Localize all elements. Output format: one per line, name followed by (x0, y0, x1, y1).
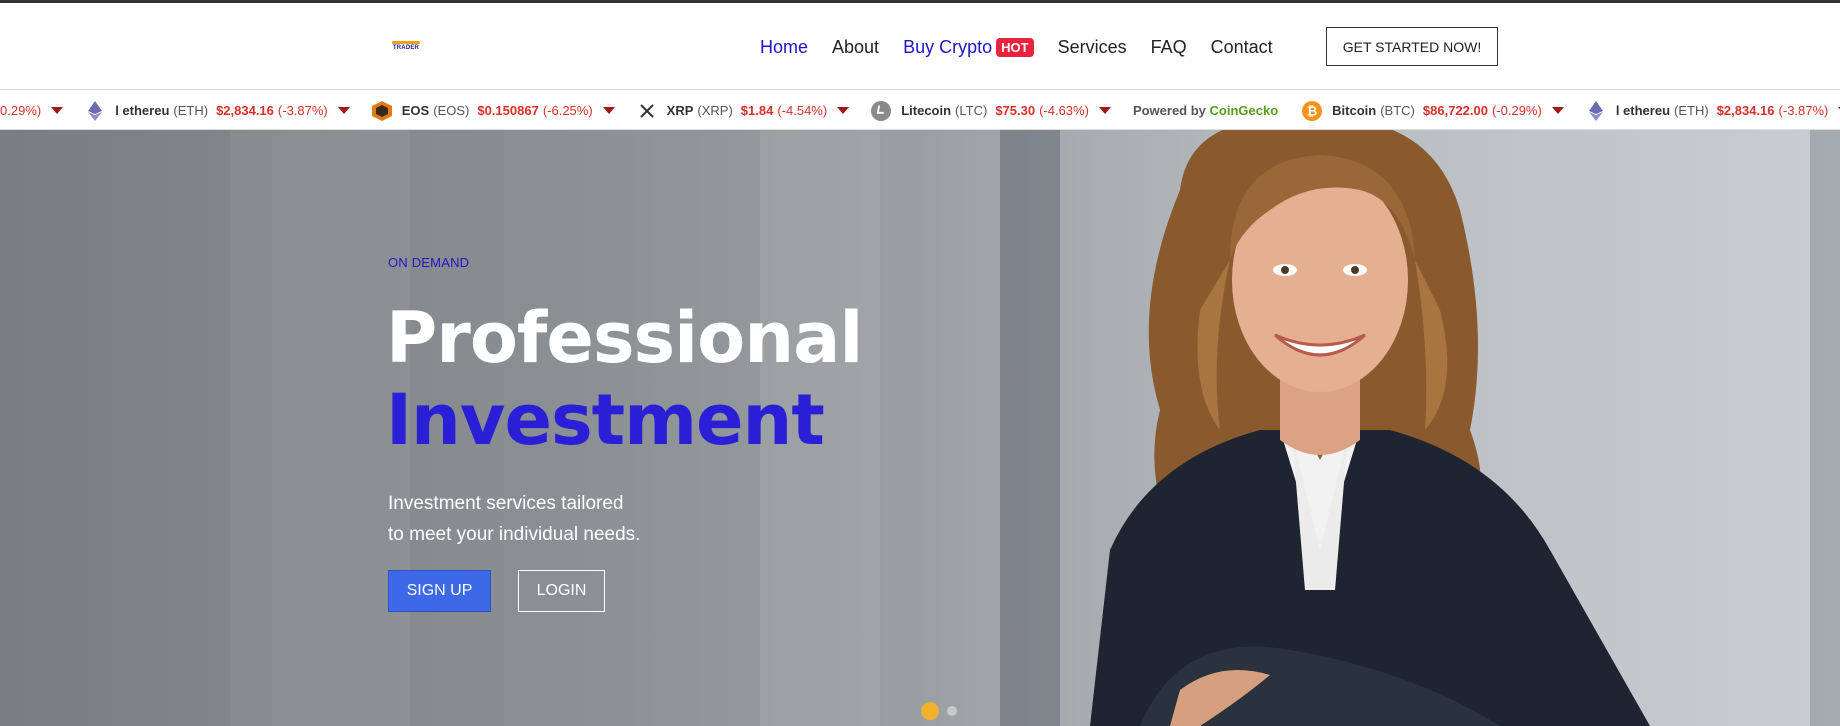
hero-title-line2: Investment (386, 379, 825, 461)
down-arrow-icon (1098, 107, 1111, 114)
ticker-partial: 0.29%) (0, 103, 64, 118)
coin-name: EOS (401, 103, 430, 118)
main-nav: Home About Buy Crypto HOT Services FAQ C… (760, 35, 1297, 59)
coingecko-link[interactable]: CoinGecko (1210, 103, 1279, 118)
coin-symbol: (XRP) (697, 103, 733, 118)
coin-price: $86,722.00 (1422, 103, 1488, 118)
nav-buy-crypto[interactable]: Buy Crypto HOT (903, 37, 1034, 58)
coin-change: (-0.29%) (1491, 103, 1542, 118)
carousel-dot-1[interactable] (921, 702, 939, 720)
coin-symbol: (ETH) (173, 103, 209, 118)
hero-woman-image (1090, 130, 1650, 726)
down-arrow-icon (1551, 107, 1564, 114)
powered-prefix: Powered by (1132, 103, 1206, 118)
coin-change: (-3.87%) (1778, 103, 1829, 118)
ticker-item-eth[interactable]: l ethereu (ETH) $2,834.16 (-3.87%) (85, 100, 350, 121)
coin-symbol: (ETH) (1674, 103, 1709, 118)
get-started-button[interactable]: GET STARTED NOW! (1326, 27, 1498, 66)
hero-section: ON DEMAND Professional Investment Invest… (0, 130, 1840, 726)
hero-subtitle-line1: Investment services tailored (388, 493, 624, 514)
ticker-item-ltc[interactable]: Litecoin (LTC) $75.30 (-4.63%) (871, 100, 1111, 121)
coin-symbol: (BTC) (1380, 103, 1415, 118)
litecoin-icon (871, 100, 892, 121)
coin-change: (-3.87%) (277, 103, 328, 118)
sign-up-button[interactable]: SIGN UP (388, 570, 491, 612)
background-pillar (1810, 130, 1840, 726)
coin-name: Bitcoin (1332, 103, 1377, 118)
nav-buy-crypto-label: Buy Crypto (903, 36, 993, 57)
hero-subtitle: Investment services tailored to meet you… (388, 488, 788, 550)
hero-subtitle-line2: to meet your individual needs. (388, 524, 641, 545)
logo-text: TRADER (392, 45, 420, 51)
coin-symbol: (EOS) (433, 103, 470, 118)
hero-title-line1: Professional (386, 297, 863, 379)
nav-services[interactable]: Services (1058, 37, 1127, 58)
down-arrow-icon (837, 107, 850, 114)
coin-change: 0.29%) (0, 103, 42, 118)
coin-name: Litecoin (901, 103, 952, 118)
site-header: TRADER Home About Buy Crypto HOT Service… (0, 3, 1840, 90)
carousel-dots (921, 702, 965, 720)
hot-badge: HOT (996, 37, 1034, 57)
ticker-item-eos[interactable]: EOS (EOS) $0.150867 (-6.25%) (371, 100, 615, 121)
background-blur (230, 130, 410, 726)
coin-name: l ethereu (1615, 103, 1671, 118)
nav-contact[interactable]: Contact (1211, 37, 1273, 58)
coin-change: (-6.25%) (542, 103, 593, 118)
coin-change: (-4.63%) (1039, 103, 1089, 118)
ticker-track: 0.29%) l ethereu (ETH) $2,834.16 (-3.87%… (0, 91, 1840, 129)
coin-name: XRP (666, 103, 694, 118)
hero-eyebrow: ON DEMAND (388, 255, 470, 270)
price-ticker: 0.29%) l ethereu (ETH) $2,834.16 (-3.87%… (0, 91, 1840, 130)
nav-home[interactable]: Home (760, 37, 808, 58)
ethereum-icon (85, 100, 105, 121)
coin-price: $1.84 (740, 103, 774, 118)
coin-price: $75.30 (995, 103, 1036, 118)
logo-mark (392, 41, 420, 44)
down-arrow-icon (337, 107, 350, 114)
coin-name: l ethereu (115, 103, 170, 118)
down-arrow-icon (602, 107, 615, 114)
powered-by[interactable]: Powered by CoinGecko (1133, 103, 1278, 118)
eos-icon (371, 100, 392, 121)
nav-faq[interactable]: FAQ (1151, 37, 1187, 58)
ticker-item-btc[interactable]: ₿ Bitcoin (BTC) $86,722.00 (-0.29%) (1302, 100, 1564, 121)
ethereum-icon (1586, 100, 1606, 121)
ticker-item-eth[interactable]: l ethereu (ETH) $2,834.16 (-3.87%) (1586, 100, 1840, 121)
xrp-icon (637, 101, 657, 121)
nav-about[interactable]: About (832, 37, 879, 58)
coin-price: $2,834.16 (1716, 103, 1775, 118)
coin-symbol: (LTC) (955, 103, 988, 118)
ticker-item-xrp[interactable]: XRP (XRP) $1.84 (-4.54%) (637, 101, 850, 121)
site-logo[interactable]: TRADER (389, 41, 423, 55)
coin-price: $2,834.16 (216, 103, 274, 118)
bitcoin-icon: ₿ (1302, 100, 1323, 121)
coin-change: (-4.54%) (777, 103, 828, 118)
login-button[interactable]: LOGIN (518, 570, 605, 612)
carousel-dot-2[interactable] (947, 706, 957, 716)
down-arrow-icon (51, 107, 64, 114)
coin-price: $0.150867 (477, 103, 539, 118)
svg-text:₿: ₿ (1307, 103, 1317, 118)
